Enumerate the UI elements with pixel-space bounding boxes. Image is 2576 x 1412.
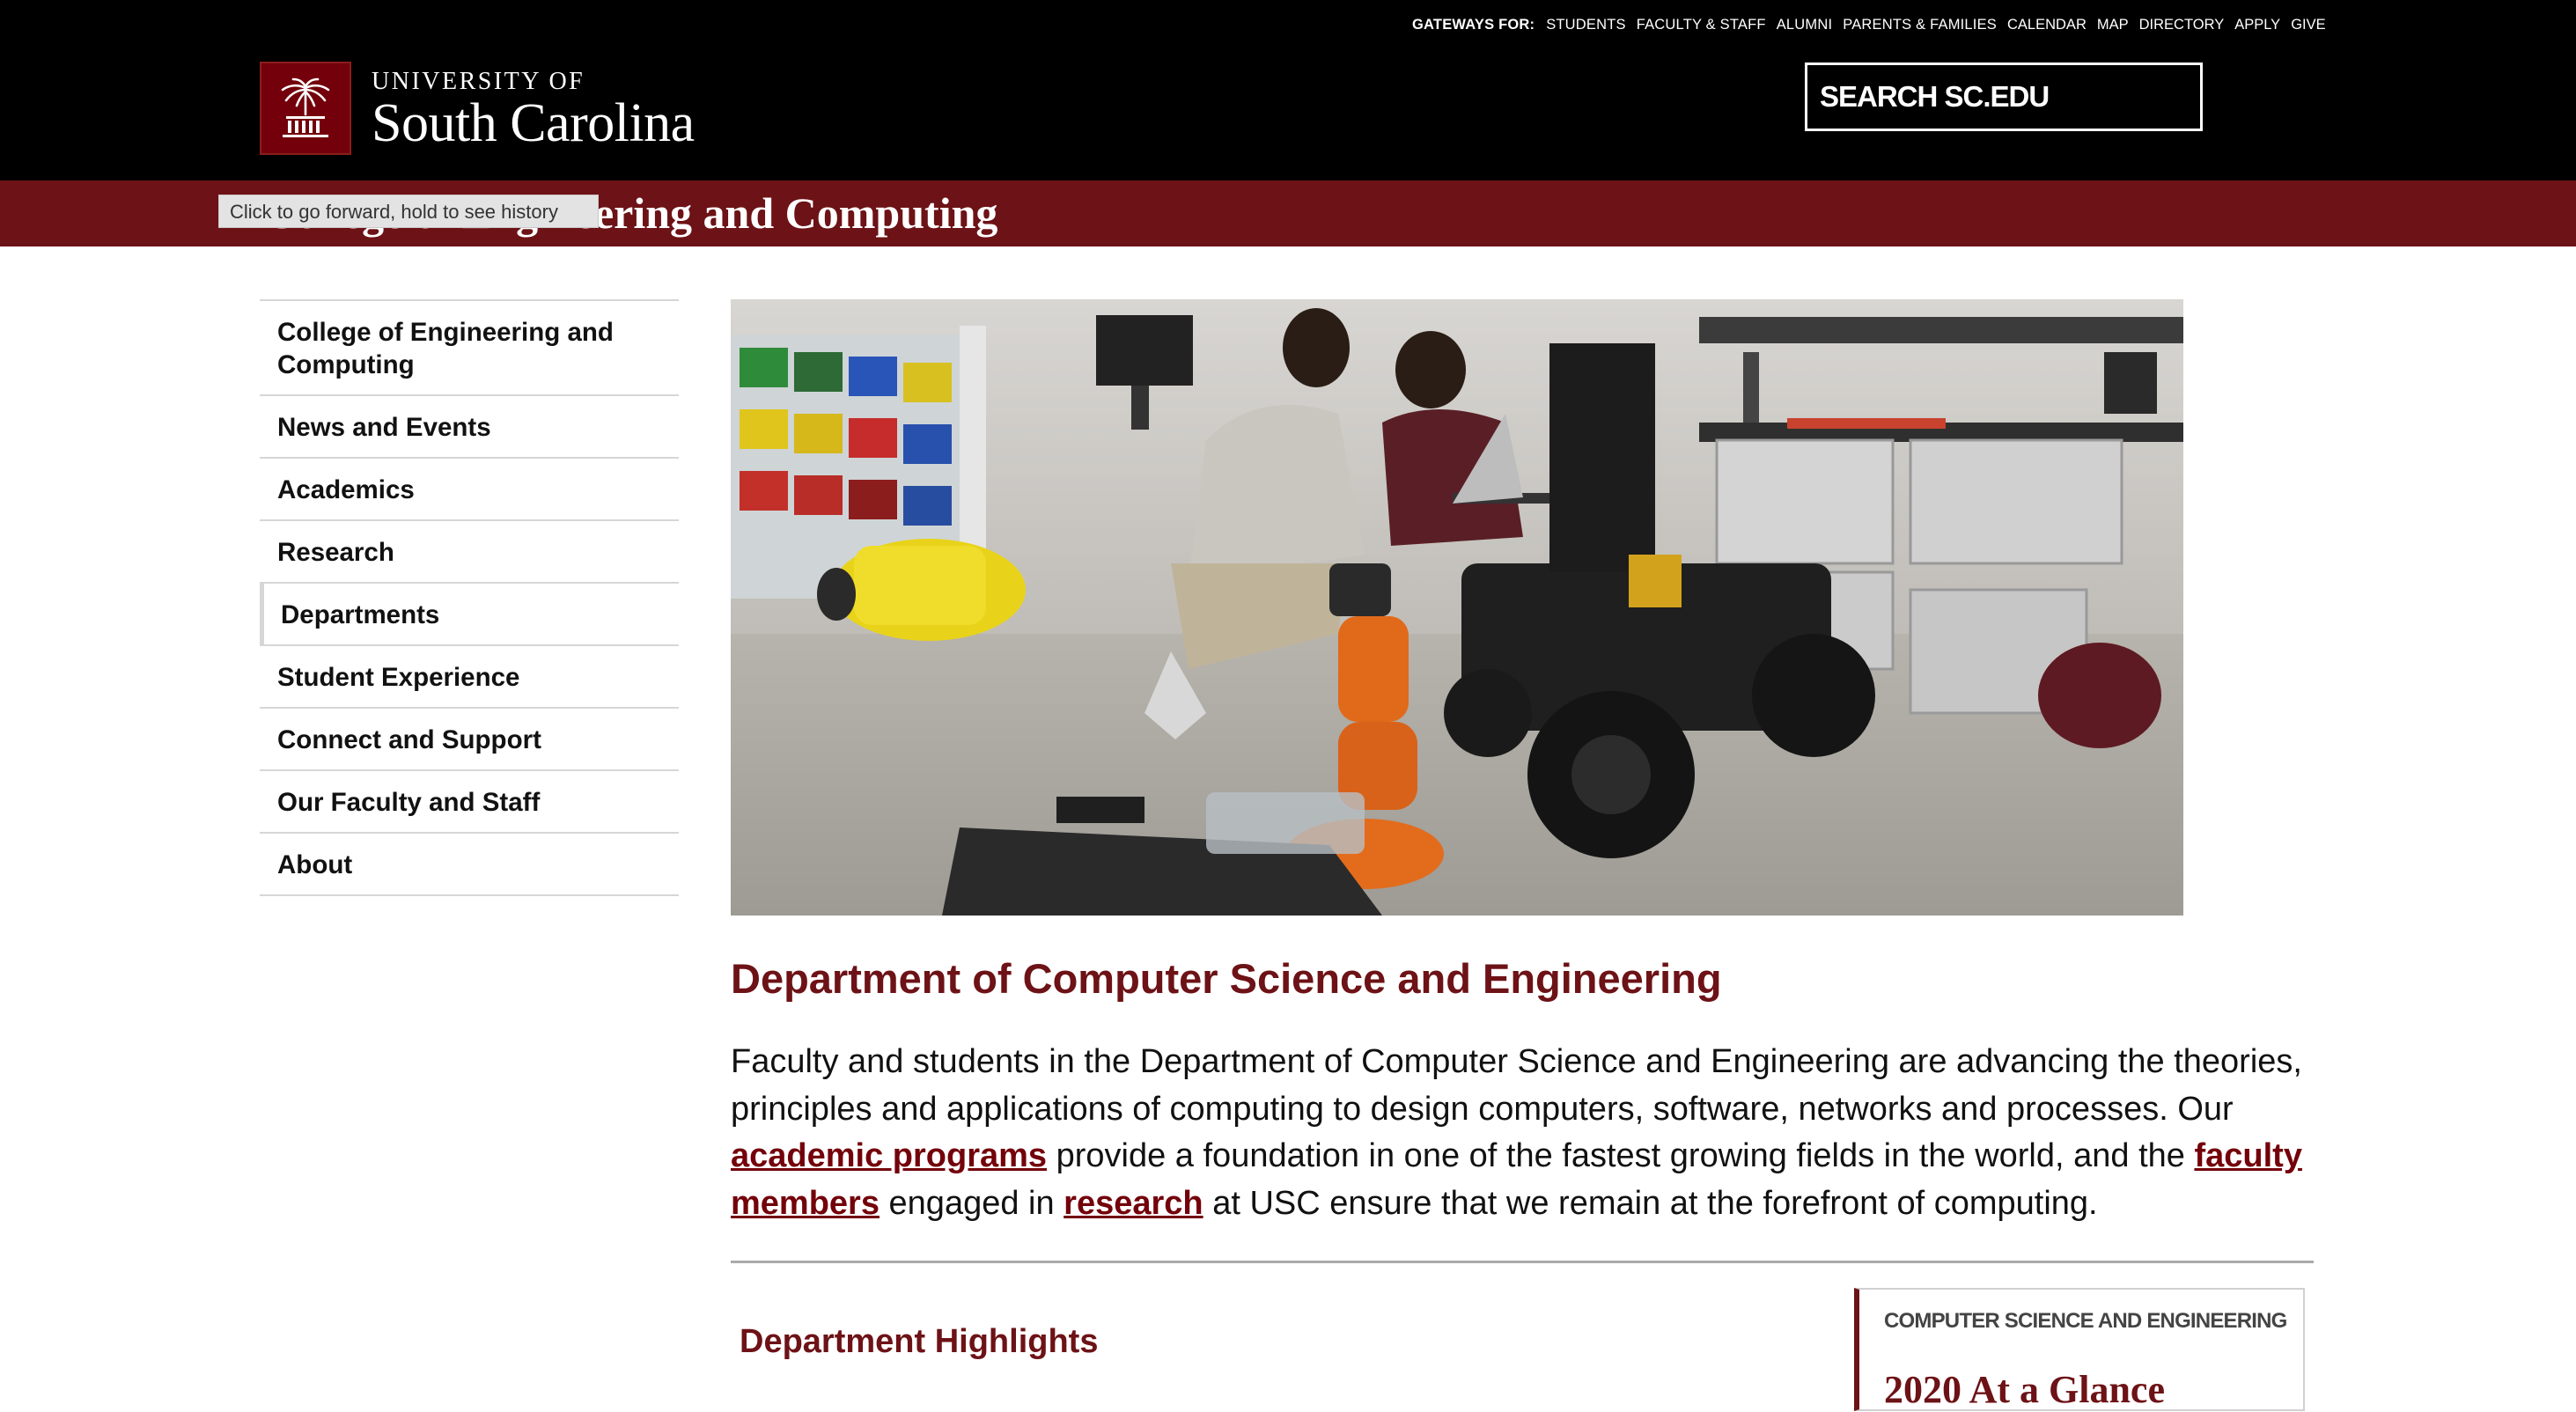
site-search [1805,63,2203,131]
palmetto-tree-icon [281,77,330,137]
browser-tooltip: Click to go forward, hold to see history [218,195,599,228]
research-link[interactable]: research [1064,1185,1203,1222]
sidebar-item-departments[interactable]: Departments [260,584,679,646]
sidebar-item-student-experience[interactable]: Student Experience [260,646,679,709]
gateway-alumni-link[interactable]: ALUMNI [1777,17,1833,33]
gateways-nav: GATEWAYS FOR: STUDENTS FACULTY & STAFF A… [1412,14,2007,35]
page-title: Department of Computer Science and Engin… [731,955,1722,1002]
sidebar-item-news-events[interactable]: News and Events [260,396,679,459]
university-wordmark: UNIVERSITY OF South Carolina [372,68,695,153]
usc-logo[interactable] [260,62,351,155]
hero-photo [731,299,2183,916]
directory-link[interactable]: DIRECTORY [2139,17,2225,33]
intro-paragraph: Faculty and students in the Department o… [731,1039,2315,1227]
site-header: GATEWAYS FOR: STUDENTS FACULTY & STAFF A… [0,0,2576,180]
sidebar-item-research[interactable]: Research [260,521,679,584]
calendar-link[interactable]: CALENDAR [2007,17,2087,33]
gateway-students-link[interactable]: STUDENTS [1546,17,1626,33]
academic-programs-link[interactable]: academic programs [731,1137,1047,1174]
highlights-heading: Department Highlights [740,1323,1099,1360]
search-input[interactable] [1807,65,2200,129]
section-divider [731,1261,2314,1263]
gateways-label: GATEWAYS FOR: [1412,16,1535,33]
section-nav: College of Engineering and Computing New… [260,299,679,896]
glance-card[interactable]: COMPUTER SCIENCE AND ENGINEERING 2020 At… [1854,1288,2305,1411]
utility-nav: CALENDAR MAP DIRECTORY APPLY GIVE [2007,14,2326,35]
intro-text-3: engaged in [879,1184,1064,1222]
intro-text-4: at USC ensure that we remain at the fore… [1203,1184,2098,1222]
gateway-faculty-staff-link[interactable]: FACULTY & STAFF [1637,17,1766,33]
wordmark-line2: South Carolina [372,93,695,153]
give-link[interactable]: GIVE [2291,17,2325,33]
glance-kicker: COMPUTER SCIENCE AND ENGINEERING [1884,1309,2287,1333]
apply-link[interactable]: APPLY [2234,17,2280,33]
wordmark-line1: UNIVERSITY OF [372,68,585,95]
map-link[interactable]: MAP [2097,17,2129,33]
sidebar-item-connect-support[interactable]: Connect and Support [260,709,679,771]
sidebar-item-college[interactable]: College of Engineering and Computing [260,301,679,396]
sidebar-item-academics[interactable]: Academics [260,459,679,521]
glance-title: 2020 At a Glance [1884,1368,2165,1411]
sidebar-item-faculty-staff[interactable]: Our Faculty and Staff [260,771,679,834]
intro-text-2: provide a foundation in one of the faste… [1047,1137,2195,1174]
sidebar-item-about[interactable]: About [260,834,679,896]
gateway-parents-families-link[interactable]: PARENTS & FAMILIES [1843,17,1997,33]
intro-text-1: Faculty and students in the Department o… [731,1043,2302,1128]
